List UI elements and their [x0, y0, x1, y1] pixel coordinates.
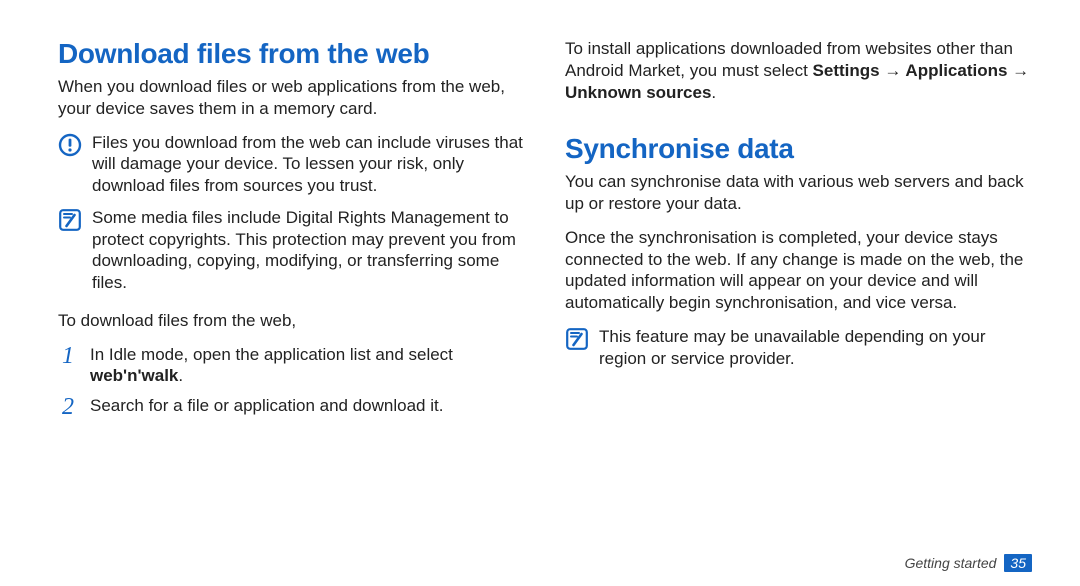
page-footer: Getting started 35	[905, 554, 1032, 572]
intro-download: When you download files or web applicati…	[58, 76, 525, 120]
step-1-post: .	[178, 366, 183, 385]
heading-sync: Synchronise data	[565, 133, 1032, 165]
step-number-2: 2	[58, 395, 78, 419]
callout-note-region: This feature may be unavailable dependin…	[565, 326, 1032, 370]
step-2-text: Search for a file or application and dow…	[90, 395, 443, 417]
callout-note-drm-text: Some media files include Digital Rights …	[92, 207, 525, 294]
left-column: Download files from the web When you dow…	[58, 38, 525, 427]
callout-note-region-text: This feature may be unavailable dependin…	[599, 326, 1032, 370]
page-body: Download files from the web When you dow…	[0, 0, 1080, 427]
callout-note-drm: Some media files include Digital Rights …	[58, 207, 525, 294]
callout-warning: Files you download from the web can incl…	[58, 132, 525, 197]
footer-page-number: 35	[1004, 554, 1032, 572]
note-icon	[565, 327, 589, 351]
howto-lead: To download files from the web,	[58, 310, 525, 332]
sync-p1: You can synchronise data with various we…	[565, 171, 1032, 215]
callout-warning-text: Files you download from the web can incl…	[92, 132, 525, 197]
install-note: To install applications downloaded from …	[565, 38, 1032, 103]
step-1: 1 In Idle mode, open the application lis…	[58, 344, 525, 388]
warning-icon	[58, 133, 82, 157]
sync-p2: Once the synchronisation is completed, y…	[565, 227, 1032, 314]
note-icon	[58, 208, 82, 232]
install-post: .	[711, 83, 716, 102]
step-1-bold: web'n'walk	[90, 366, 178, 385]
step-2: 2 Search for a file or application and d…	[58, 395, 525, 419]
footer-section-label: Getting started	[905, 555, 997, 571]
step-1-text: In Idle mode, open the application list …	[90, 344, 525, 388]
right-column: To install applications downloaded from …	[565, 38, 1032, 427]
heading-download: Download files from the web	[58, 38, 525, 70]
step-number-1: 1	[58, 344, 78, 368]
step-1-pre: In Idle mode, open the application list …	[90, 345, 453, 364]
